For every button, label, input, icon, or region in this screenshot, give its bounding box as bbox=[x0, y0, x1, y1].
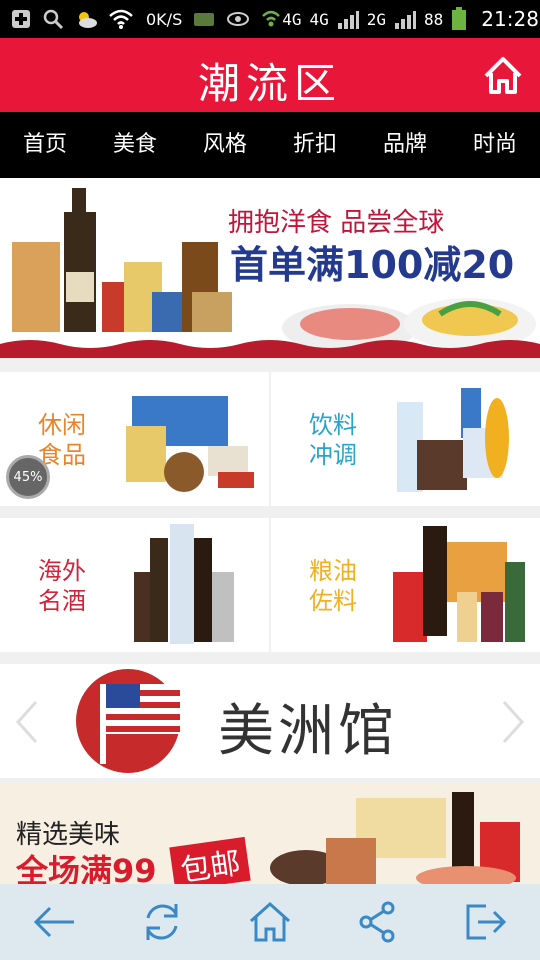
free-shipping-promo[interactable]: 精选美味 全场满99 包邮 bbox=[0, 784, 540, 884]
clock: 21:28 bbox=[481, 7, 539, 31]
category-condiments[interactable]: 粮油 佐料 bbox=[271, 518, 540, 652]
network-speed: 0K/S bbox=[146, 9, 183, 29]
wifi-icon bbox=[108, 8, 134, 30]
weather-icon bbox=[74, 8, 98, 30]
home-button[interactable] bbox=[482, 54, 524, 96]
condiments-product-image bbox=[393, 526, 525, 642]
pavilion-title: 美洲馆 bbox=[218, 699, 398, 764]
sd-card-icon bbox=[192, 9, 216, 29]
arrow-left-icon bbox=[33, 906, 74, 938]
battery-percent: 88 bbox=[424, 9, 444, 29]
nav-item-food[interactable]: 美食 bbox=[90, 112, 180, 178]
app-title: 潮流区 bbox=[197, 59, 342, 108]
status-bar: 0K/S 4G 4G 2G 88 21:28 bbox=[0, 0, 540, 38]
promo-products-image bbox=[270, 792, 520, 884]
category-label-line1: 海外 bbox=[38, 557, 86, 585]
carousel-prev-button[interactable] bbox=[14, 700, 40, 748]
promo-banner[interactable]: 拥抱洋食 品尝全球 首单满100减20 bbox=[0, 178, 540, 358]
america-pavilion-banner[interactable]: 美洲馆 bbox=[0, 664, 540, 778]
free-shipping-tag: 包邮 bbox=[169, 836, 251, 884]
exit-button[interactable] bbox=[461, 897, 511, 947]
home-icon bbox=[249, 901, 291, 942]
chevron-right-icon bbox=[502, 700, 525, 744]
battery-icon bbox=[451, 7, 467, 31]
nav-item-fashion[interactable]: 时尚 bbox=[450, 112, 540, 178]
nav-item-style[interactable]: 风格 bbox=[180, 112, 270, 178]
category-condiments-label: 粮油 佐料 bbox=[309, 556, 357, 616]
network-type-3: 2G bbox=[366, 9, 387, 29]
share-icon bbox=[359, 901, 395, 943]
wine-product-image bbox=[134, 524, 234, 644]
home-nav-button[interactable] bbox=[245, 897, 295, 947]
chevron-left-icon bbox=[15, 700, 38, 744]
home-icon bbox=[484, 57, 522, 94]
banner-products-image bbox=[12, 188, 232, 332]
category-label-line1: 粮油 bbox=[309, 557, 357, 585]
promo-offer: 全场满99 bbox=[16, 852, 157, 884]
category-wine[interactable]: 海外 名酒 bbox=[0, 518, 269, 652]
category-label-line1: 饮料 bbox=[309, 411, 357, 439]
nav-item-discount[interactable]: 折扣 bbox=[270, 112, 360, 178]
exit-icon bbox=[466, 904, 507, 940]
refresh-icon bbox=[146, 904, 178, 940]
banner-wave-decoration bbox=[0, 340, 540, 358]
network-type-2: 4G bbox=[309, 9, 329, 29]
nav-item-home[interactable]: 首页 bbox=[0, 112, 90, 178]
signal-hotspot-icon bbox=[260, 8, 282, 30]
app-header: 潮流区 bbox=[0, 38, 540, 112]
nav-item-brand[interactable]: 品牌 bbox=[360, 112, 450, 178]
category-label-line1: 休闲 bbox=[38, 411, 86, 439]
refresh-button[interactable] bbox=[137, 897, 187, 947]
category-label-line2: 冲调 bbox=[309, 441, 357, 469]
snacks-product-image bbox=[126, 396, 254, 492]
category-wine-label: 海外 名酒 bbox=[38, 556, 86, 616]
category-label-line2: 名酒 bbox=[38, 587, 86, 615]
eye-icon bbox=[226, 9, 250, 29]
drinks-product-image bbox=[397, 388, 509, 492]
floating-assist-bubble[interactable]: 45% bbox=[6, 455, 50, 499]
signal-bars-icon-2 bbox=[394, 9, 417, 29]
add-notification-icon bbox=[10, 8, 32, 30]
category-drinks[interactable]: 饮料 冲调 bbox=[271, 372, 540, 506]
search-icon bbox=[42, 8, 64, 30]
category-snacks-label: 休闲 食品 bbox=[38, 410, 86, 470]
category-label-line2: 佐料 bbox=[309, 587, 357, 615]
back-button[interactable] bbox=[29, 897, 79, 947]
browser-toolbar bbox=[0, 884, 540, 960]
carousel-next-button[interactable] bbox=[500, 700, 526, 748]
category-drinks-label: 饮料 冲调 bbox=[309, 410, 357, 470]
share-button[interactable] bbox=[353, 897, 403, 947]
category-nav: 首页 美食 风格 折扣 品牌 时尚 bbox=[0, 112, 540, 178]
usa-flag-logo bbox=[76, 669, 180, 773]
signal-bars-icon bbox=[337, 9, 359, 29]
network-type-1: 4G bbox=[282, 9, 302, 29]
